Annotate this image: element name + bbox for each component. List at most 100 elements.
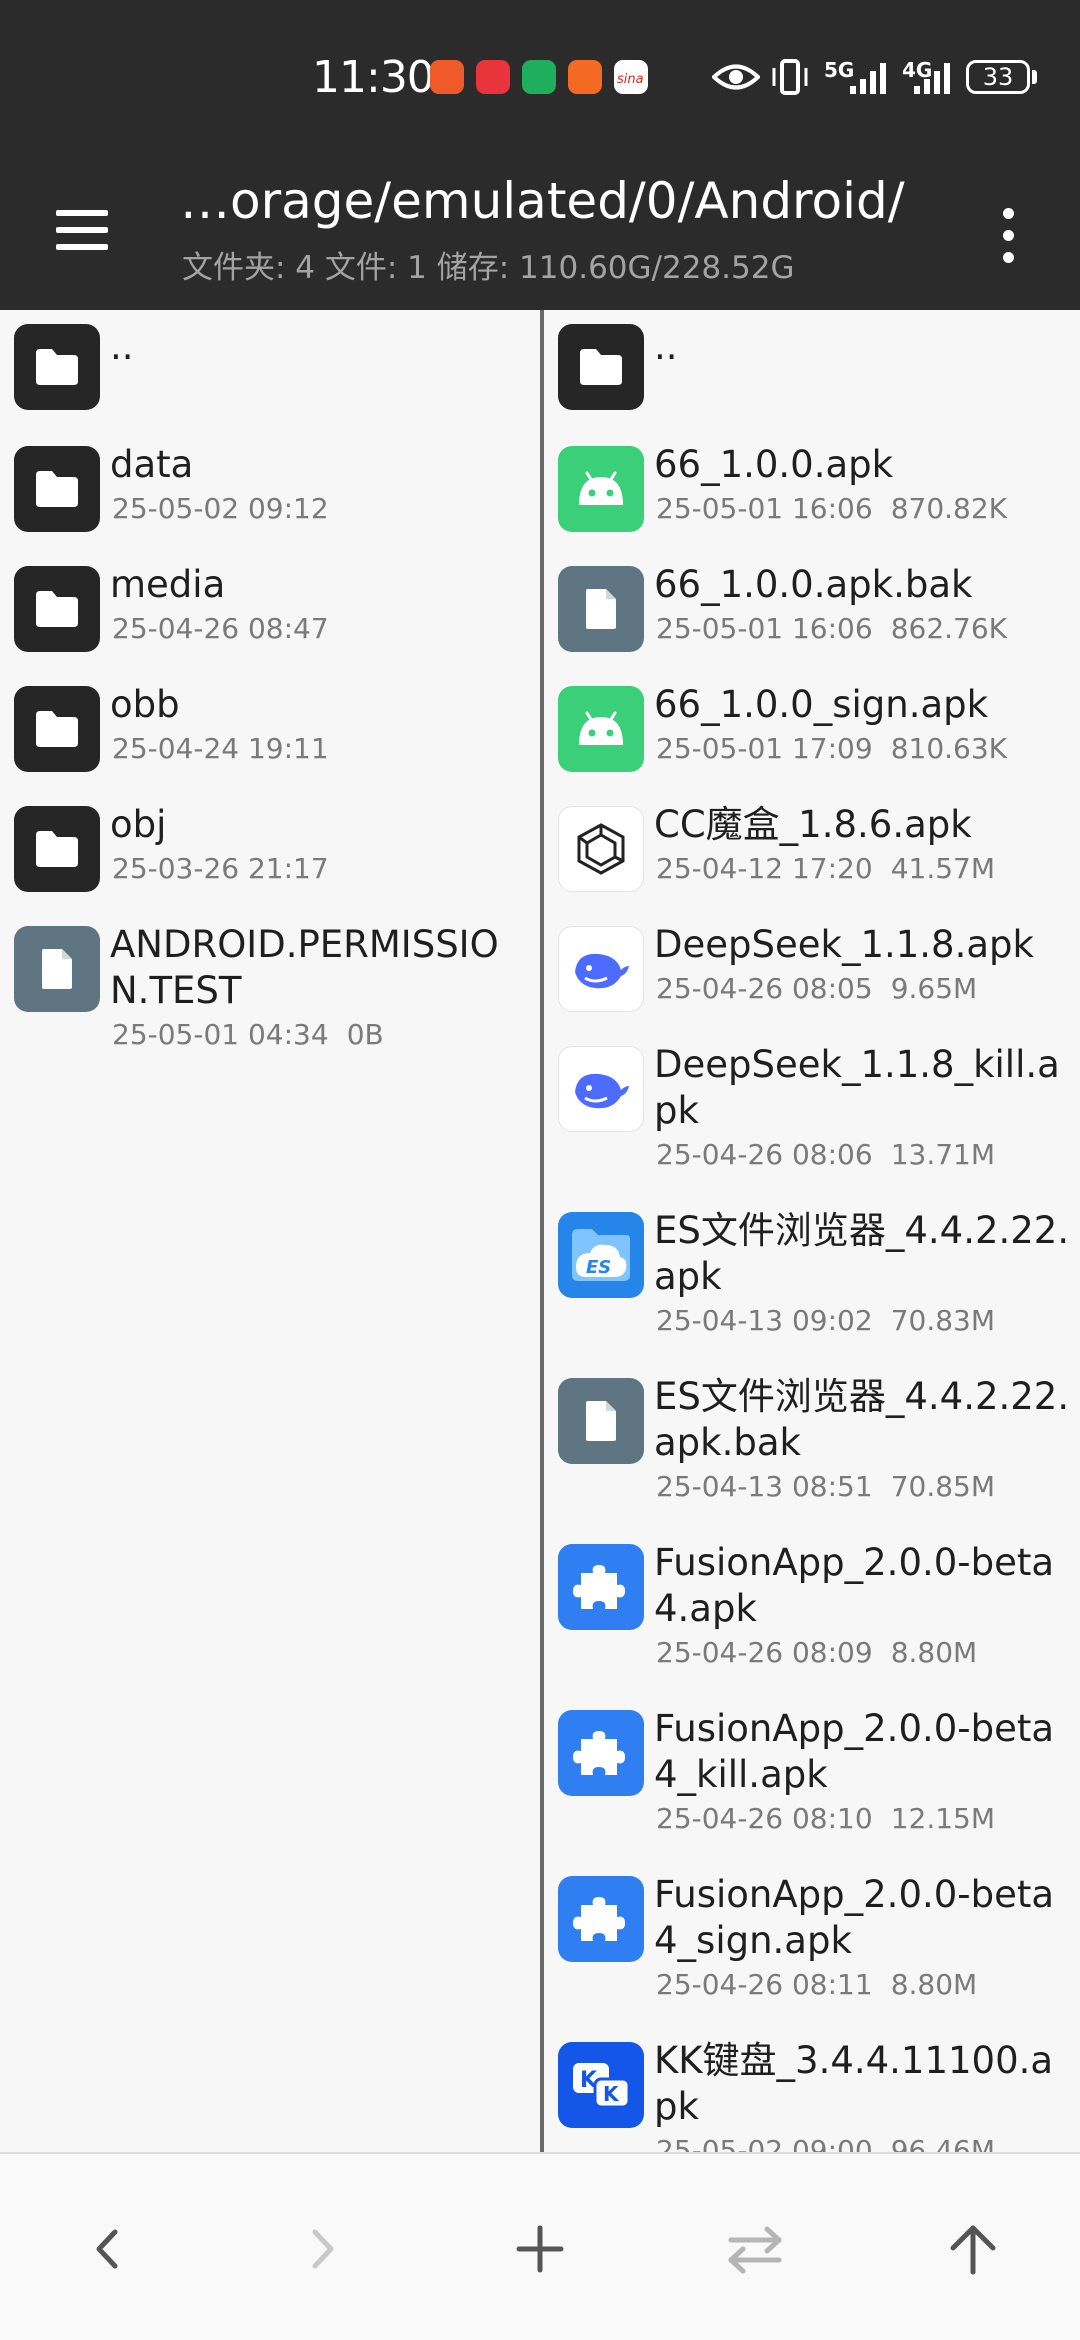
file-row[interactable]: FusionApp_2.0.0-beta4_sign.apk 25-04-26 0… [544,1860,1080,2026]
file-meta: 25-04-26 08:10 12.15M [656,1802,995,1835]
file-meta: 25-05-01 16:06 862.76K [656,612,1007,645]
file-row[interactable]: FusionApp_2.0.0-beta4.apk 25-04-26 08:09 8… [544,1528,1080,1694]
file-row[interactable]: 66_1.0.0_sign.apk 25-05-01 17:09 810.63K [544,670,1080,790]
file-row[interactable]: DeepSeek_1.1.8_kill.apk 25-04-26 08:06 13.… [544,1030,1080,1196]
file-size: 0B [346,1018,384,1051]
file-icon [558,566,644,652]
file-size: 96.46M [890,2134,996,2152]
folder-row[interactable]: obb 25-04-24 19:11 [0,670,540,790]
file-date: 25-05-01 17:09 [656,732,873,765]
more-options-icon[interactable] [990,200,1026,270]
file-size: 870.82K [890,492,1008,525]
folder-icon [14,806,100,892]
signal-icon [850,63,886,94]
deepseek-whale-icon [558,926,644,1012]
file-date: 25-05-01 04:34 [112,1018,329,1051]
file-name: FusionApp_2.0.0-beta4_kill.apk [654,1707,1055,1796]
file-date: 25-04-13 08:51 [656,1470,873,1503]
file-name: DeepSeek_1.1.8_kill.apk [654,1043,1060,1132]
folder-row[interactable]: .. [544,310,1080,430]
svg-text:ES: ES [586,1257,611,1278]
folder-row[interactable]: media 25-04-26 08:47 [0,550,540,670]
file-size: 862.76K [890,612,1008,645]
video-app-icon [430,60,464,94]
file-date: 25-04-13 09:02 [656,1304,873,1337]
file-size: 41.57M [890,852,996,885]
file-name: 66_1.0.0.apk.bak [654,563,973,606]
swap-icon[interactable] [710,2204,800,2294]
up-icon[interactable] [928,2204,1018,2294]
file-name: ES文件浏览器_4.4.2.22.apk [654,1209,1070,1298]
file-meta: 25-04-26 08:47 [112,612,329,645]
file-name: CC魔盒_1.8.6.apk [654,803,972,846]
file-meta: 25-05-01 16:06 870.82K [656,492,1007,525]
file-meta: 25-04-26 08:11 8.80M [656,1968,977,2001]
android-apk-icon [558,686,644,772]
file-meta: 25-05-02 09:00 96.46M [656,2134,995,2152]
file-row[interactable]: FusionApp_2.0.0-beta4_kill.apk 25-04-26 0… [544,1694,1080,1860]
battery-icon: 33 [966,60,1030,94]
file-row[interactable]: 66_1.0.0.apk 25-05-01 16:06 870.82K [544,430,1080,550]
folder-icon [14,686,100,772]
person-app-icon [568,60,602,94]
file-size: 8.80M [890,1636,978,1669]
folder-icon [558,324,644,410]
file-date: 25-05-02 09:00 [656,2134,873,2152]
file-name: data [110,443,194,486]
right-file-list: .. 66_1.0.0.apk 25-05-01 16:06 870.82K 66_1.… [544,310,1080,2152]
es-explorer-icon: ES [558,1212,644,1298]
file-row[interactable]: ANDROID.PERMISSION.TEST 25-05-01 04:34 0B [0,910,540,1076]
folder-icon [14,446,100,532]
file-meta: 25-04-26 08:05 9.65M [656,972,977,1005]
left-file-list: .. data 25-05-02 09:12 media 25-04-26 08:47 o… [0,310,540,2152]
file-row[interactable]: ES文件浏览器_4.4.2.22.apk.bak 25-04-13 08:51 70… [544,1362,1080,1528]
video-app-icon [476,60,510,94]
android-apk-icon [558,446,644,532]
file-size: 13.71M [890,1138,996,1171]
file-name: 66_1.0.0_sign.apk [654,683,989,726]
file-meta: 25-04-26 08:09 8.80M [656,1636,977,1669]
clock: 11:30 [312,52,435,103]
cloud-app-icon [522,60,556,94]
file-date: 25-05-01 16:06 [656,492,873,525]
bottom-toolbar [0,2152,1080,2340]
file-size: 70.85M [890,1470,996,1503]
file-row[interactable]: K K KK键盘_3.4.4.11100.apk 25-05-02 09:00 96.4… [544,2026,1080,2152]
file-date: 25-05-02 09:12 [112,492,329,525]
puzzle-icon [558,1876,644,1962]
file-meta: 25-03-26 21:17 [112,852,329,885]
file-meta: 25-04-24 19:11 [112,732,329,765]
file-row[interactable]: DeepSeek_1.1.8.apk 25-04-26 08:05 9.65M [544,910,1080,1030]
file-date: 25-04-26 08:05 [656,972,873,1005]
add-icon[interactable] [495,2204,585,2294]
menu-icon[interactable] [52,200,112,260]
file-name: FusionApp_2.0.0-beta4_sign.apk [654,1873,1055,1962]
file-row[interactable]: ES ES文件浏览器_4.4.2.22.apk 25-04-13 09:02 70.8… [544,1196,1080,1362]
file-meta: 25-05-01 04:34 0B [112,1018,384,1051]
file-name: DeepSeek_1.1.8.apk [654,923,1034,966]
file-date: 25-03-26 21:17 [112,852,329,885]
file-name: .. [110,325,134,368]
folder-row[interactable]: data 25-05-02 09:12 [0,430,540,550]
back-icon[interactable] [62,2204,152,2294]
vibrate-icon [772,59,808,95]
file-row[interactable]: 66_1.0.0.apk.bak 25-05-01 16:06 862.76K [544,550,1080,670]
kk-keyboard-icon: KK [558,2042,644,2128]
file-row[interactable]: CC魔盒_1.8.6.apk 25-04-12 17:20 41.57M [544,790,1080,910]
folder-icon [14,324,100,410]
folder-row[interactable]: .. [0,310,540,430]
eye-icon [712,64,760,90]
file-date: 25-04-26 08:06 [656,1138,873,1171]
signal-icon [914,63,950,94]
file-date: 25-04-26 08:09 [656,1636,873,1669]
forward-icon[interactable] [278,2204,368,2294]
svg-text:K: K [603,2082,620,2106]
folder-row[interactable]: obj 25-03-26 21:17 [0,790,540,910]
file-date: 25-04-12 17:20 [656,852,873,885]
puzzle-icon [558,1544,644,1630]
file-icon [558,1378,644,1464]
path-title[interactable]: …orage/emulated/0/Android/ [180,172,940,230]
file-name: ANDROID.PERMISSION.TEST [110,923,499,1012]
sina-app-icon: sina [614,60,648,94]
file-date: 25-04-26 08:11 [656,1968,873,2001]
